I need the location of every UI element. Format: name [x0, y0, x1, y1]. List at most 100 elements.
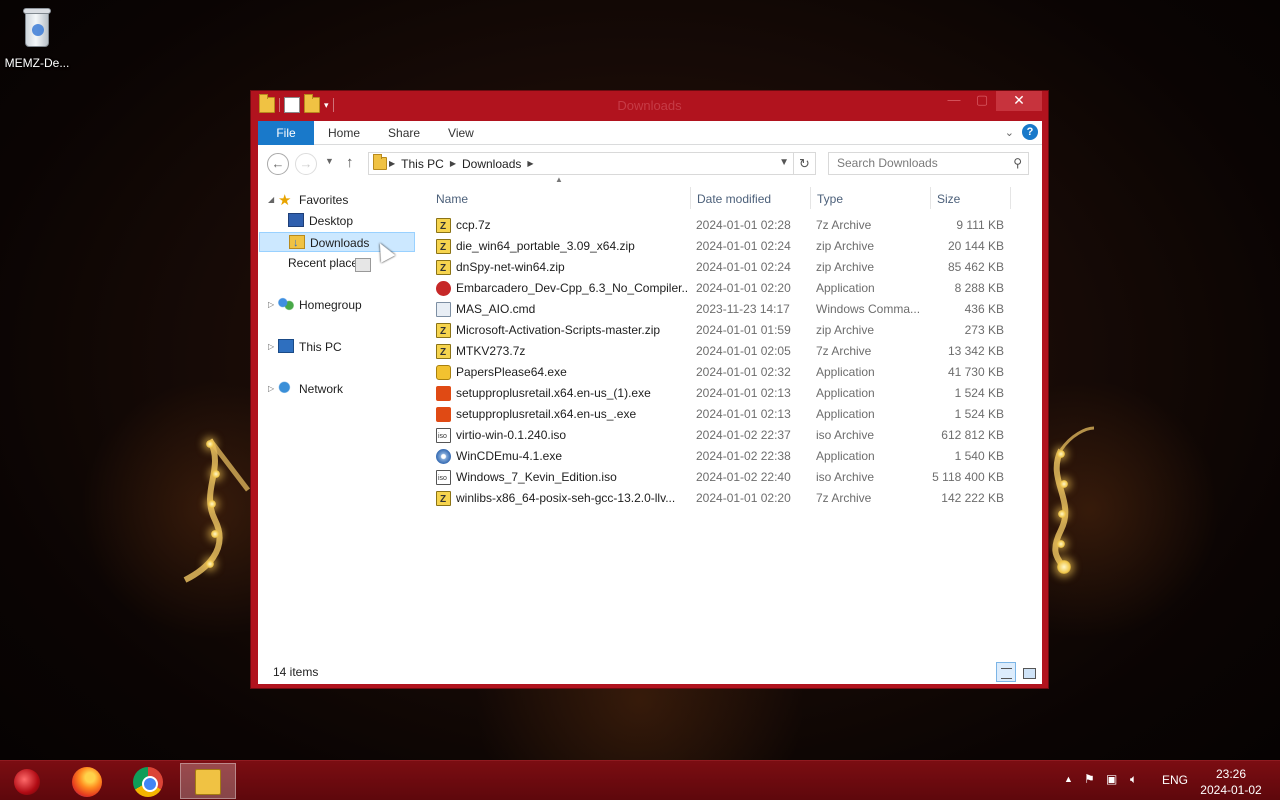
up-button[interactable]: ↑: [346, 154, 354, 171]
file-type: Application: [816, 449, 875, 463]
file-name: ccp.7z: [456, 218, 491, 232]
recent-places-icon: [355, 258, 371, 272]
file-row[interactable]: MAS_AIO.cmd 2023-11-23 14:17 Windows Comma…: [428, 299, 1042, 320]
expand-arrow-icon[interactable]: ▷: [268, 337, 274, 357]
network-status-icon[interactable]: ▣: [1106, 772, 1117, 786]
breadcrumb-downloads[interactable]: Downloads: [462, 157, 521, 171]
file-type: Application: [816, 365, 875, 379]
nav-recent-places[interactable]: Recent places: [288, 253, 371, 273]
forward-button[interactable]: →: [295, 153, 317, 175]
large-icons-view-button[interactable]: [1018, 662, 1038, 682]
explorer-window[interactable]: ▾ Downloads — ▢ ✕ File Home Share View ⌄…: [250, 90, 1049, 689]
breadcrumb-separator-icon[interactable]: ▶: [389, 159, 395, 168]
tab-home[interactable]: Home: [314, 121, 374, 145]
column-header-name[interactable]: Name: [436, 187, 468, 211]
maximize-button[interactable]: ▢: [968, 91, 996, 111]
details-view-button[interactable]: [996, 662, 1016, 682]
column-divider[interactable]: [810, 187, 811, 209]
start-button[interactable]: [0, 763, 56, 799]
file-type-icon: [436, 302, 451, 317]
column-divider[interactable]: [930, 187, 931, 209]
expand-ribbon-icon[interactable]: ⌄: [1005, 126, 1014, 139]
file-row[interactable]: virtio-win-0.1.240.iso 2024-01-02 22:37 is…: [428, 425, 1042, 446]
file-size: 142 222 KB: [941, 491, 1004, 505]
light-bulb: [212, 470, 220, 478]
recent-locations-icon[interactable]: ▼: [325, 156, 334, 166]
title-bar[interactable]: ▾ Downloads — ▢ ✕: [251, 91, 1048, 121]
light-bulb: [1058, 510, 1066, 518]
file-row[interactable]: setupproplusretail.x64.en-us_(1).exe 2024…: [428, 383, 1042, 404]
breadcrumb-separator-icon[interactable]: ▶: [450, 159, 456, 168]
tab-view[interactable]: View: [434, 121, 488, 145]
downloads-icon: [289, 233, 305, 253]
tab-file[interactable]: File: [258, 121, 314, 145]
collapse-arrow-icon[interactable]: ◢: [268, 190, 274, 210]
close-button[interactable]: ✕: [996, 91, 1042, 111]
file-row[interactable]: dnSpy-net-win64.zip 2024-01-01 02:24 zip A…: [428, 257, 1042, 278]
column-divider[interactable]: [1010, 187, 1011, 209]
file-row[interactable]: WinCDEmu-4.1.exe 2024-01-02 22:38 Applicat…: [428, 446, 1042, 467]
breadcrumb-this-pc[interactable]: This PC: [401, 157, 444, 171]
expand-arrow-icon[interactable]: ▷: [268, 295, 274, 315]
clock[interactable]: 23:26 2024-01-02: [1196, 766, 1266, 798]
volume-muted-icon[interactable]: 🔈︎: [1130, 772, 1137, 787]
file-date-modified: 2024-01-02 22:38: [696, 449, 791, 463]
refresh-button[interactable]: ↻: [793, 153, 815, 174]
nav-homegroup[interactable]: Homegroup: [278, 295, 362, 315]
expand-arrow-icon[interactable]: ▷: [268, 379, 274, 399]
file-explorer-icon: [195, 769, 221, 795]
taskbar-firefox[interactable]: [58, 763, 114, 799]
file-row[interactable]: MTKV273.7z 2024-01-01 02:05 7z Archive 13 3…: [428, 341, 1042, 362]
search-icon[interactable]: ⚲: [1013, 153, 1022, 174]
desktop-icon-recycle-bin[interactable]: MEMZ-De...: [4, 8, 70, 70]
search-input[interactable]: Search Downloads ⚲: [828, 152, 1029, 175]
taskbar-file-explorer[interactable]: [180, 763, 236, 799]
ribbon-right-controls: ⌄ ?: [1005, 124, 1038, 140]
window-title: Downloads: [617, 98, 682, 113]
column-header-size[interactable]: Size: [937, 187, 960, 211]
column-header-type[interactable]: Type: [817, 187, 843, 211]
file-type: Application: [816, 281, 875, 295]
column-divider[interactable]: [690, 187, 691, 209]
address-history-icon[interactable]: ▼: [779, 157, 789, 168]
file-row[interactable]: setupproplusretail.x64.en-us_.exe 2024-01…: [428, 404, 1042, 425]
file-row[interactable]: Embarcadero_Dev-Cpp_6.3_No_Compiler... 20…: [428, 278, 1042, 299]
action-center-flag-icon[interactable]: ⚑: [1084, 772, 1095, 786]
column-header-date-modified[interactable]: Date modified: [697, 187, 771, 211]
ribbon-graphic: [1052, 426, 1095, 572]
light-bulb: [206, 440, 214, 448]
file-row[interactable]: PapersPlease64.exe 2024-01-01 02:32 Applic…: [428, 362, 1042, 383]
nav-desktop[interactable]: Desktop: [288, 211, 353, 231]
tab-share[interactable]: Share: [374, 121, 434, 145]
breadcrumb-separator-icon[interactable]: ▶: [527, 159, 533, 168]
file-size: 13 342 KB: [947, 344, 1004, 358]
input-language[interactable]: ENG: [1162, 773, 1188, 787]
minimize-button[interactable]: —: [940, 91, 968, 111]
show-hidden-icons-icon[interactable]: ▲: [1064, 774, 1073, 784]
file-name: setupproplusretail.x64.en-us_(1).exe: [456, 386, 651, 400]
nav-favorites[interactable]: ★ Favorites: [278, 190, 348, 210]
address-bar[interactable]: ▶ This PC ▶ Downloads ▶ ▼ ↻: [368, 152, 816, 175]
file-row[interactable]: die_win64_portable_3.09_x64.zip 2024-01-0…: [428, 236, 1042, 257]
file-name: MAS_AIO.cmd: [456, 302, 536, 316]
window-controls: — ▢ ✕: [940, 91, 1042, 111]
file-row[interactable]: Microsoft-Activation-Scripts-master.zip 2…: [428, 320, 1042, 341]
nav-network[interactable]: Network: [278, 379, 343, 399]
file-date-modified: 2024-01-02 22:37: [696, 428, 791, 442]
file-row[interactable]: Windows_7_Kevin_Edition.iso 2024-01-02 22…: [428, 467, 1042, 488]
gold-ribbon-right: [1046, 420, 1106, 580]
file-size: 1 540 KB: [954, 449, 1004, 463]
taskbar-chrome[interactable]: [120, 763, 176, 799]
help-icon[interactable]: ?: [1022, 124, 1038, 140]
nav-this-pc[interactable]: This PC: [278, 337, 342, 357]
nav-label: Recent places: [288, 256, 365, 270]
file-date-modified: 2024-01-01 02:13: [696, 407, 791, 421]
nav-label: Network: [299, 382, 344, 396]
nav-label: Downloads: [310, 236, 370, 250]
file-name: Microsoft-Activation-Scripts-master.zip: [456, 323, 661, 337]
file-row[interactable]: ccp.7z 2024-01-01 02:28 7z Archive 9 111 KB: [428, 215, 1042, 236]
desktop-icon: [288, 213, 304, 227]
file-date-modified: 2024-01-01 02:05: [696, 344, 791, 358]
file-row[interactable]: winlibs-x86_64-posix-seh-gcc-13.2.0-llv.…: [428, 488, 1042, 509]
back-button[interactable]: ←: [267, 153, 289, 175]
